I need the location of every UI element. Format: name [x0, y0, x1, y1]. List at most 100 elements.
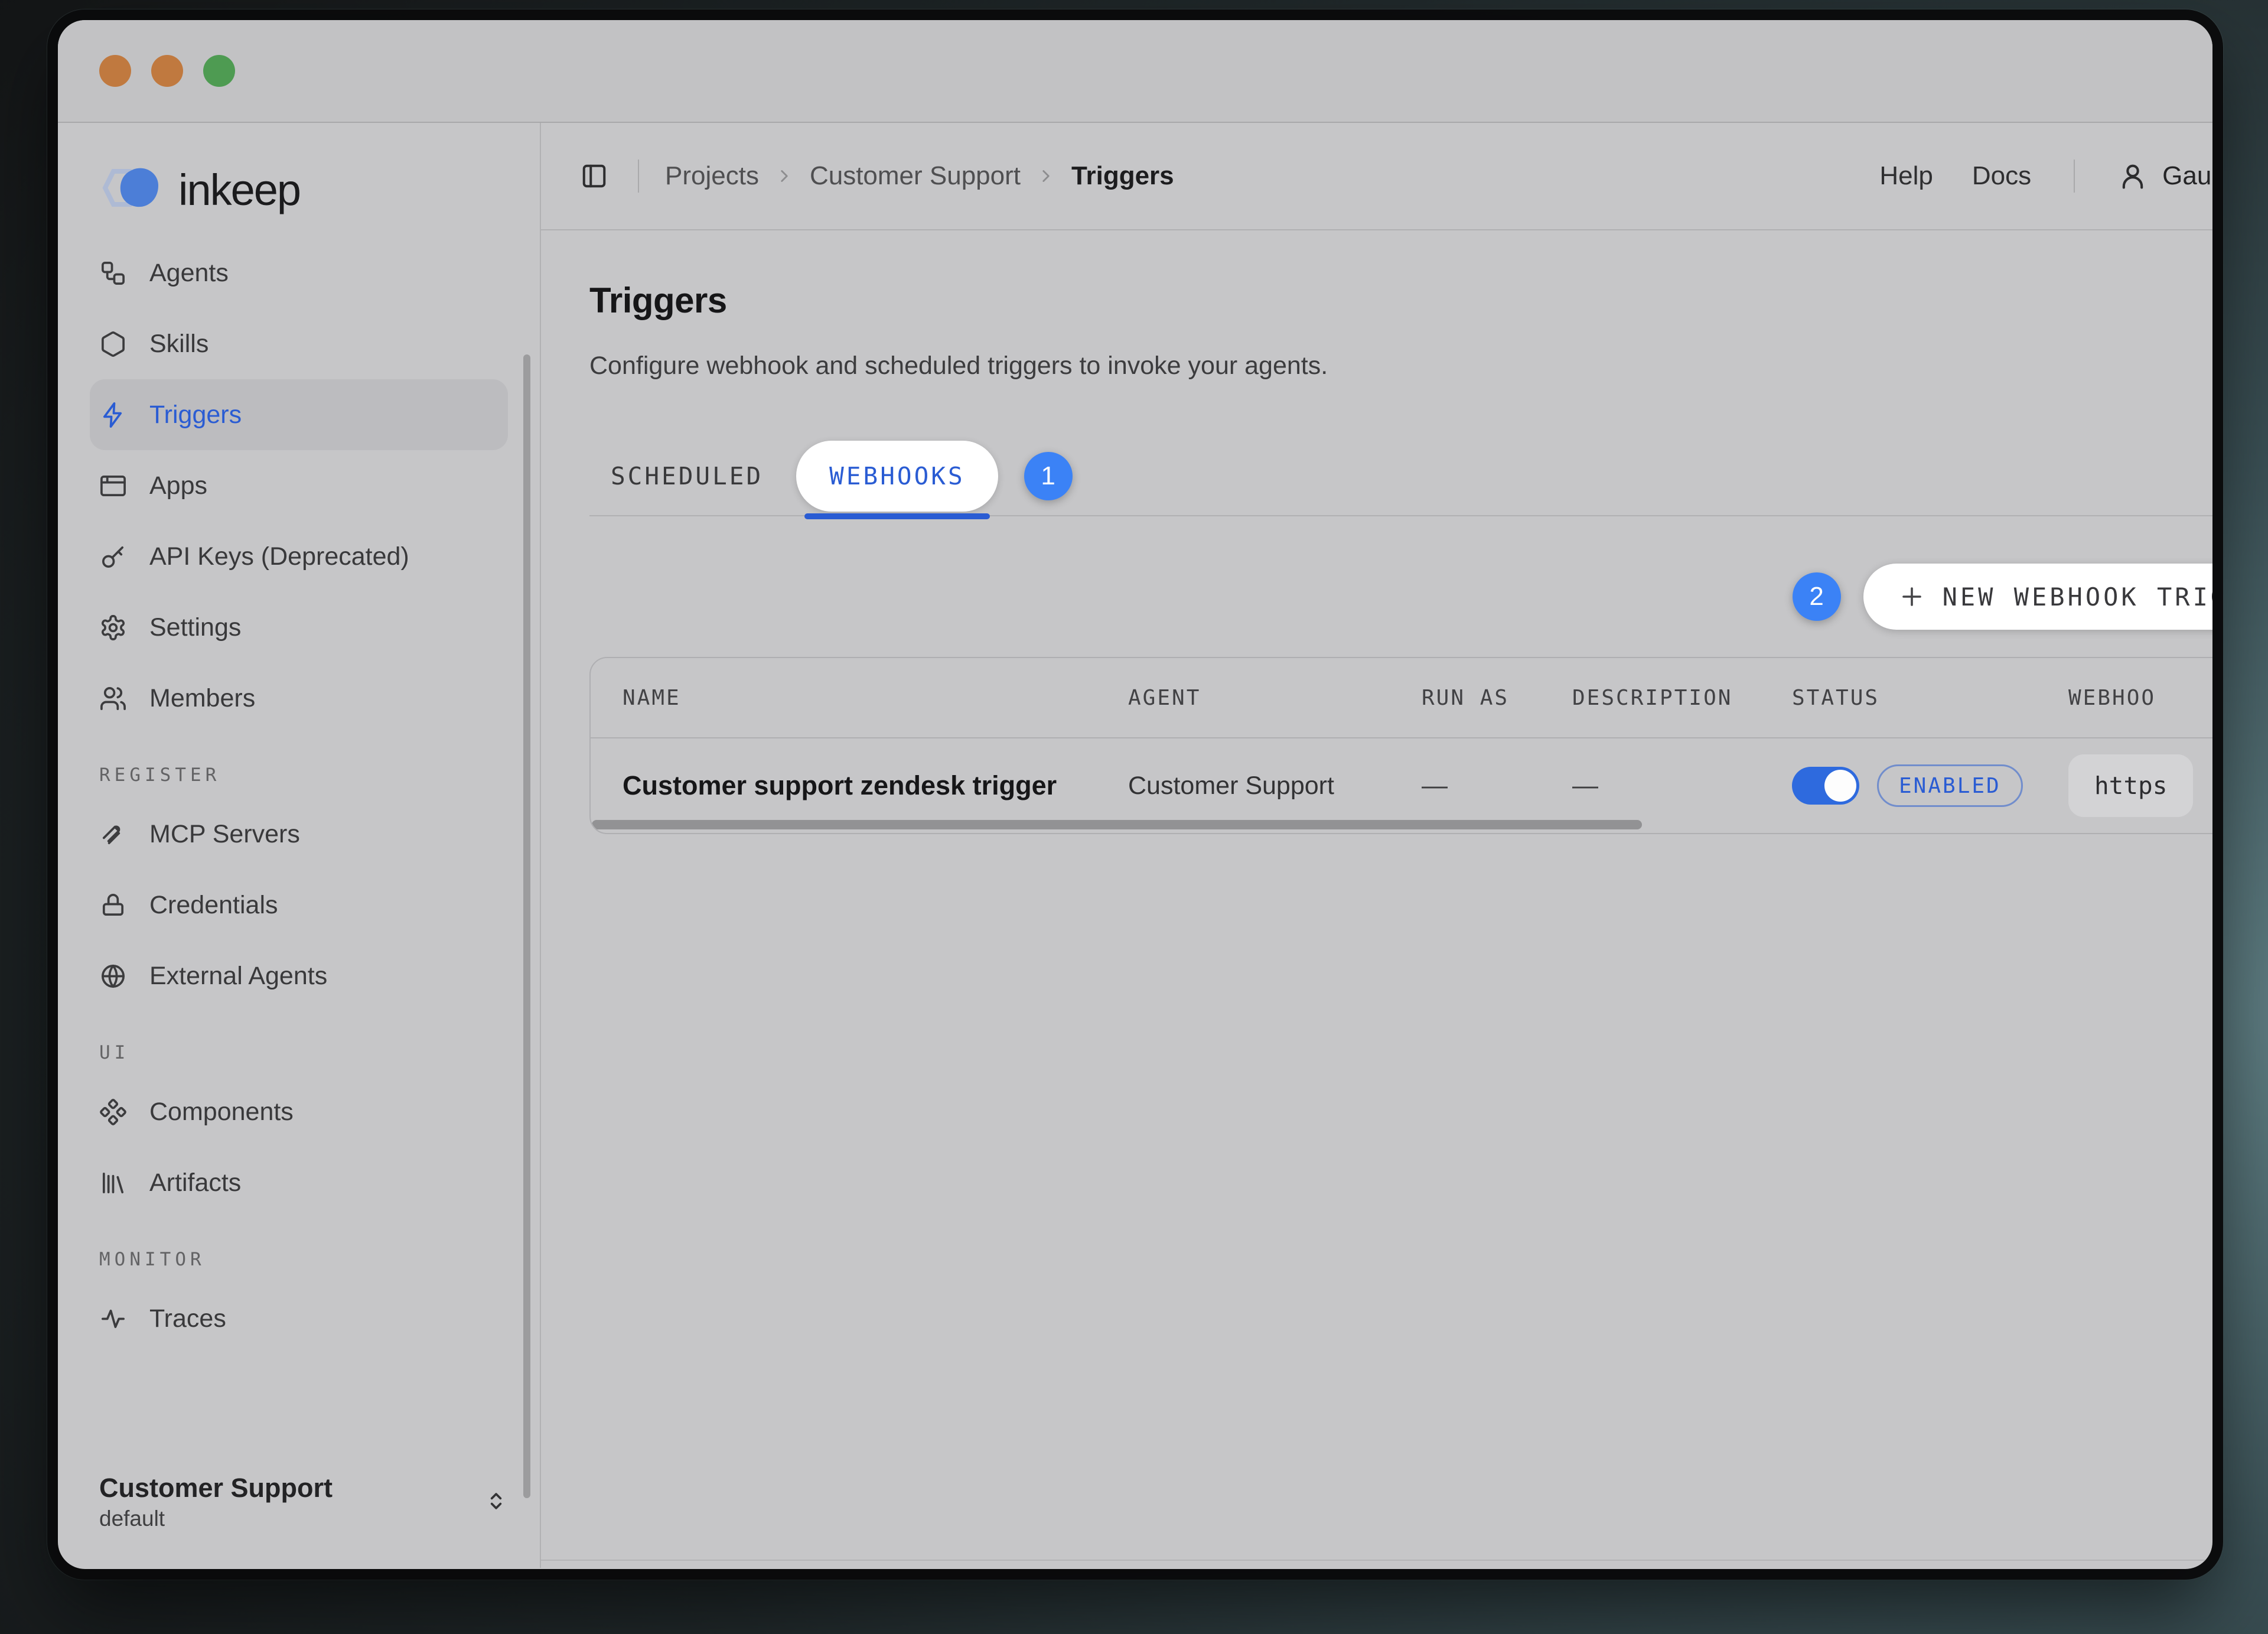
brand-name: inkeep: [178, 165, 300, 215]
window-minimize-button[interactable]: [151, 55, 183, 87]
action-row: 2 NEW WEBHOOK TRIGGER: [589, 564, 2212, 630]
cell-status: ENABLED: [1792, 764, 2068, 807]
page-description: Configure webhook and scheduled triggers…: [589, 351, 2212, 380]
components-icon: [99, 1098, 127, 1126]
trigger-tabs: SCHEDULED WEBHOOKS 1: [589, 437, 2212, 516]
sidebar-item-members[interactable]: Members: [90, 663, 508, 734]
sidebar-section-monitor: MONITOR: [99, 1249, 540, 1270]
workspace-environment: default: [99, 1506, 333, 1531]
sidebar-nav: Agents Skills Triggers Apps: [58, 237, 540, 1354]
tab-scheduled[interactable]: SCHEDULED: [611, 462, 763, 490]
sidebar-item-label: Triggers: [149, 401, 242, 429]
sidebar-item-artifacts[interactable]: Artifacts: [90, 1147, 508, 1218]
sidebar-item-skills[interactable]: Skills: [90, 308, 508, 379]
cell-agent: Customer Support: [1128, 772, 1422, 800]
breadcrumb-project[interactable]: Customer Support: [810, 161, 1021, 191]
sidebar-scrollbar[interactable]: [523, 354, 530, 1498]
inkeep-logo-icon: [99, 164, 165, 215]
header-right: Help Docs Gaurav Varma: [1879, 160, 2212, 193]
window-close-button[interactable]: [99, 55, 131, 87]
sidebar-item-label: External Agents: [149, 962, 327, 991]
sidebar-item-label: Apps: [149, 471, 207, 500]
sidebar-item-external-agents[interactable]: External Agents: [90, 940, 508, 1011]
sidebar-section-ui: UI: [99, 1042, 540, 1063]
breadcrumb-current-page: Triggers: [1071, 161, 1174, 191]
plus-icon: [1898, 582, 1926, 611]
sidebar-item-api-keys[interactable]: API Keys (Deprecated): [90, 521, 508, 592]
sidebar-item-label: Traces: [149, 1304, 226, 1333]
chevron-right-icon: [1036, 166, 1056, 186]
webhook-triggers-table: NAME AGENT RUN AS DESCRIPTION STATUS WEB…: [589, 657, 2212, 834]
sidebar-item-credentials[interactable]: Credentials: [90, 870, 508, 940]
status-badge: ENABLED: [1877, 764, 2023, 807]
hexagon-icon: [99, 330, 127, 358]
column-header-name: NAME: [591, 686, 1128, 710]
app-window: inkeep Agents Skills Triggers: [58, 20, 2212, 1569]
header-divider: [2074, 160, 2075, 193]
panel-left-icon: [581, 162, 608, 190]
page-title: Triggers: [589, 280, 2212, 321]
key-icon: [99, 543, 127, 571]
screenshot-backdrop: inkeep Agents Skills Triggers: [0, 0, 2268, 1634]
zap-icon: [99, 401, 127, 429]
sidebar-item-label: Members: [149, 684, 255, 713]
app-window-icon: [99, 472, 127, 500]
workspace-name: Customer Support: [99, 1470, 333, 1506]
new-webhook-trigger-button[interactable]: NEW WEBHOOK TRIGGER: [1863, 564, 2212, 630]
column-header-webhook-url: WEBHOO: [2068, 686, 2212, 710]
sidebar-item-label: Components: [149, 1098, 294, 1127]
sidebar-item-label: API Keys (Deprecated): [149, 542, 409, 571]
tab-webhooks[interactable]: WEBHOOKS: [796, 441, 998, 512]
sidebar-item-agents[interactable]: Agents: [90, 237, 508, 308]
workflow-icon: [99, 259, 127, 287]
user-icon: [2117, 161, 2148, 191]
new-webhook-trigger-label: NEW WEBHOOK TRIGGER: [1943, 582, 2212, 611]
sidebar-toggle-button[interactable]: [576, 158, 612, 194]
sidebar-item-label: MCP Servers: [149, 820, 300, 849]
annotation-badge-1: 1: [1024, 452, 1073, 500]
sidebar-item-triggers[interactable]: Triggers: [90, 379, 508, 450]
sidebar: inkeep Agents Skills Triggers: [58, 123, 541, 1568]
column-header-status: STATUS: [1792, 686, 2068, 710]
table-header-row: NAME AGENT RUN AS DESCRIPTION STATUS WEB…: [591, 658, 2212, 737]
cell-trigger-name: Customer support zendesk trigger: [591, 770, 1128, 801]
cell-run-as: —: [1422, 771, 1572, 800]
column-header-description: DESCRIPTION: [1572, 686, 1792, 710]
sidebar-section-register: REGISTER: [99, 764, 540, 786]
main-header: Projects Customer Support Triggers Help …: [541, 123, 2212, 230]
workspace-switcher[interactable]: Customer Support default: [99, 1470, 509, 1531]
status-toggle[interactable]: [1792, 767, 1859, 805]
webhook-url-chip[interactable]: https: [2068, 754, 2193, 817]
sidebar-item-traces[interactable]: Traces: [90, 1283, 508, 1354]
user-name: Gaurav Varma: [2162, 161, 2212, 191]
sidebar-item-mcp-servers[interactable]: MCP Servers: [90, 799, 508, 870]
column-header-run-as: RUN AS: [1422, 686, 1572, 710]
toggle-knob: [1824, 770, 1856, 802]
window-zoom-button[interactable]: [203, 55, 235, 87]
annotation-badge-2: 2: [1793, 572, 1841, 621]
sidebar-item-label: Skills: [149, 330, 208, 359]
gear-icon: [99, 614, 127, 642]
sidebar-item-settings[interactable]: Settings: [90, 592, 508, 663]
chevron-right-icon: [774, 166, 794, 186]
docs-link[interactable]: Docs: [1972, 161, 2031, 191]
user-menu[interactable]: Gaurav Varma: [2117, 161, 2212, 191]
column-header-agent: AGENT: [1128, 686, 1422, 710]
users-icon: [99, 685, 127, 712]
window-titlebar: [58, 20, 2212, 123]
sidebar-item-label: Settings: [149, 613, 241, 642]
help-link[interactable]: Help: [1879, 161, 1933, 191]
table-horizontal-scrollbar[interactable]: [592, 820, 1642, 829]
breadcrumb: Projects Customer Support Triggers: [665, 161, 1174, 191]
header-divider: [638, 160, 639, 193]
table-row[interactable]: Customer support zendesk trigger Custome…: [591, 738, 2212, 833]
lock-icon: [99, 891, 127, 919]
cell-description: —: [1572, 771, 1792, 800]
sidebar-item-label: Credentials: [149, 891, 278, 920]
sidebar-item-apps[interactable]: Apps: [90, 450, 508, 521]
library-icon: [99, 1169, 127, 1197]
sidebar-item-components[interactable]: Components: [90, 1076, 508, 1147]
sidebar-item-label: Artifacts: [149, 1168, 241, 1197]
breadcrumb-projects[interactable]: Projects: [665, 161, 759, 191]
globe-icon: [99, 962, 127, 990]
